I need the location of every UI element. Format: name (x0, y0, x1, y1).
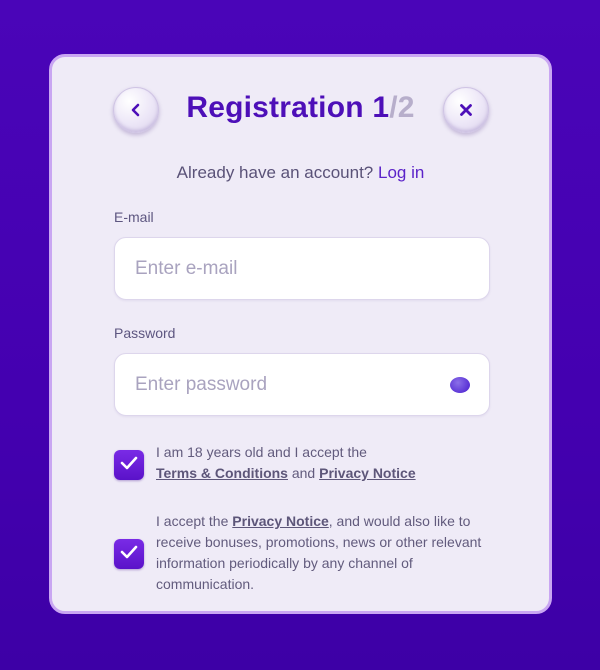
email-field[interactable] (135, 238, 435, 299)
consent-text: and (291, 465, 316, 481)
title-text: Registration (186, 91, 364, 124)
checkmark-icon (120, 456, 138, 475)
header: Registration 1/2 (52, 85, 549, 135)
marketing-checkbox[interactable] (114, 539, 144, 569)
age-terms-text: I am 18 years old and I accept the Terms… (156, 442, 494, 484)
marketing-text: I accept the Privacy Notice, and would a… (156, 511, 486, 595)
registration-card: Registration 1/2 Already have an account… (49, 54, 552, 614)
email-field-box (114, 237, 490, 300)
password-label: Password (114, 325, 176, 341)
close-button[interactable] (443, 87, 489, 133)
login-prompt: Already have an account? Log in (52, 163, 549, 183)
privacy-notice-link[interactable]: Privacy Notice (319, 465, 416, 481)
step-total: 2 (397, 91, 415, 124)
close-icon (459, 103, 473, 117)
login-prompt-text: Already have an account? (176, 163, 374, 182)
consent-text: I accept the (156, 513, 229, 529)
login-link[interactable]: Log in (378, 163, 424, 182)
age-terms-checkbox[interactable] (114, 450, 144, 480)
checkmark-icon (120, 545, 138, 564)
eye-icon[interactable] (450, 377, 470, 393)
terms-conditions-link[interactable]: Terms & Conditions (156, 465, 288, 481)
password-field-box (114, 353, 490, 416)
consent-age-terms: I am 18 years old and I accept the Terms… (114, 442, 494, 488)
step-current: 1 (372, 91, 390, 124)
password-field[interactable] (135, 354, 435, 415)
email-label: E-mail (114, 209, 154, 225)
step-separator: / (389, 91, 398, 124)
consent-marketing: I accept the Privacy Notice, and would a… (114, 511, 494, 597)
privacy-notice-link[interactable]: Privacy Notice (232, 513, 329, 529)
consent-text: I am 18 years old and I accept the (156, 444, 367, 460)
